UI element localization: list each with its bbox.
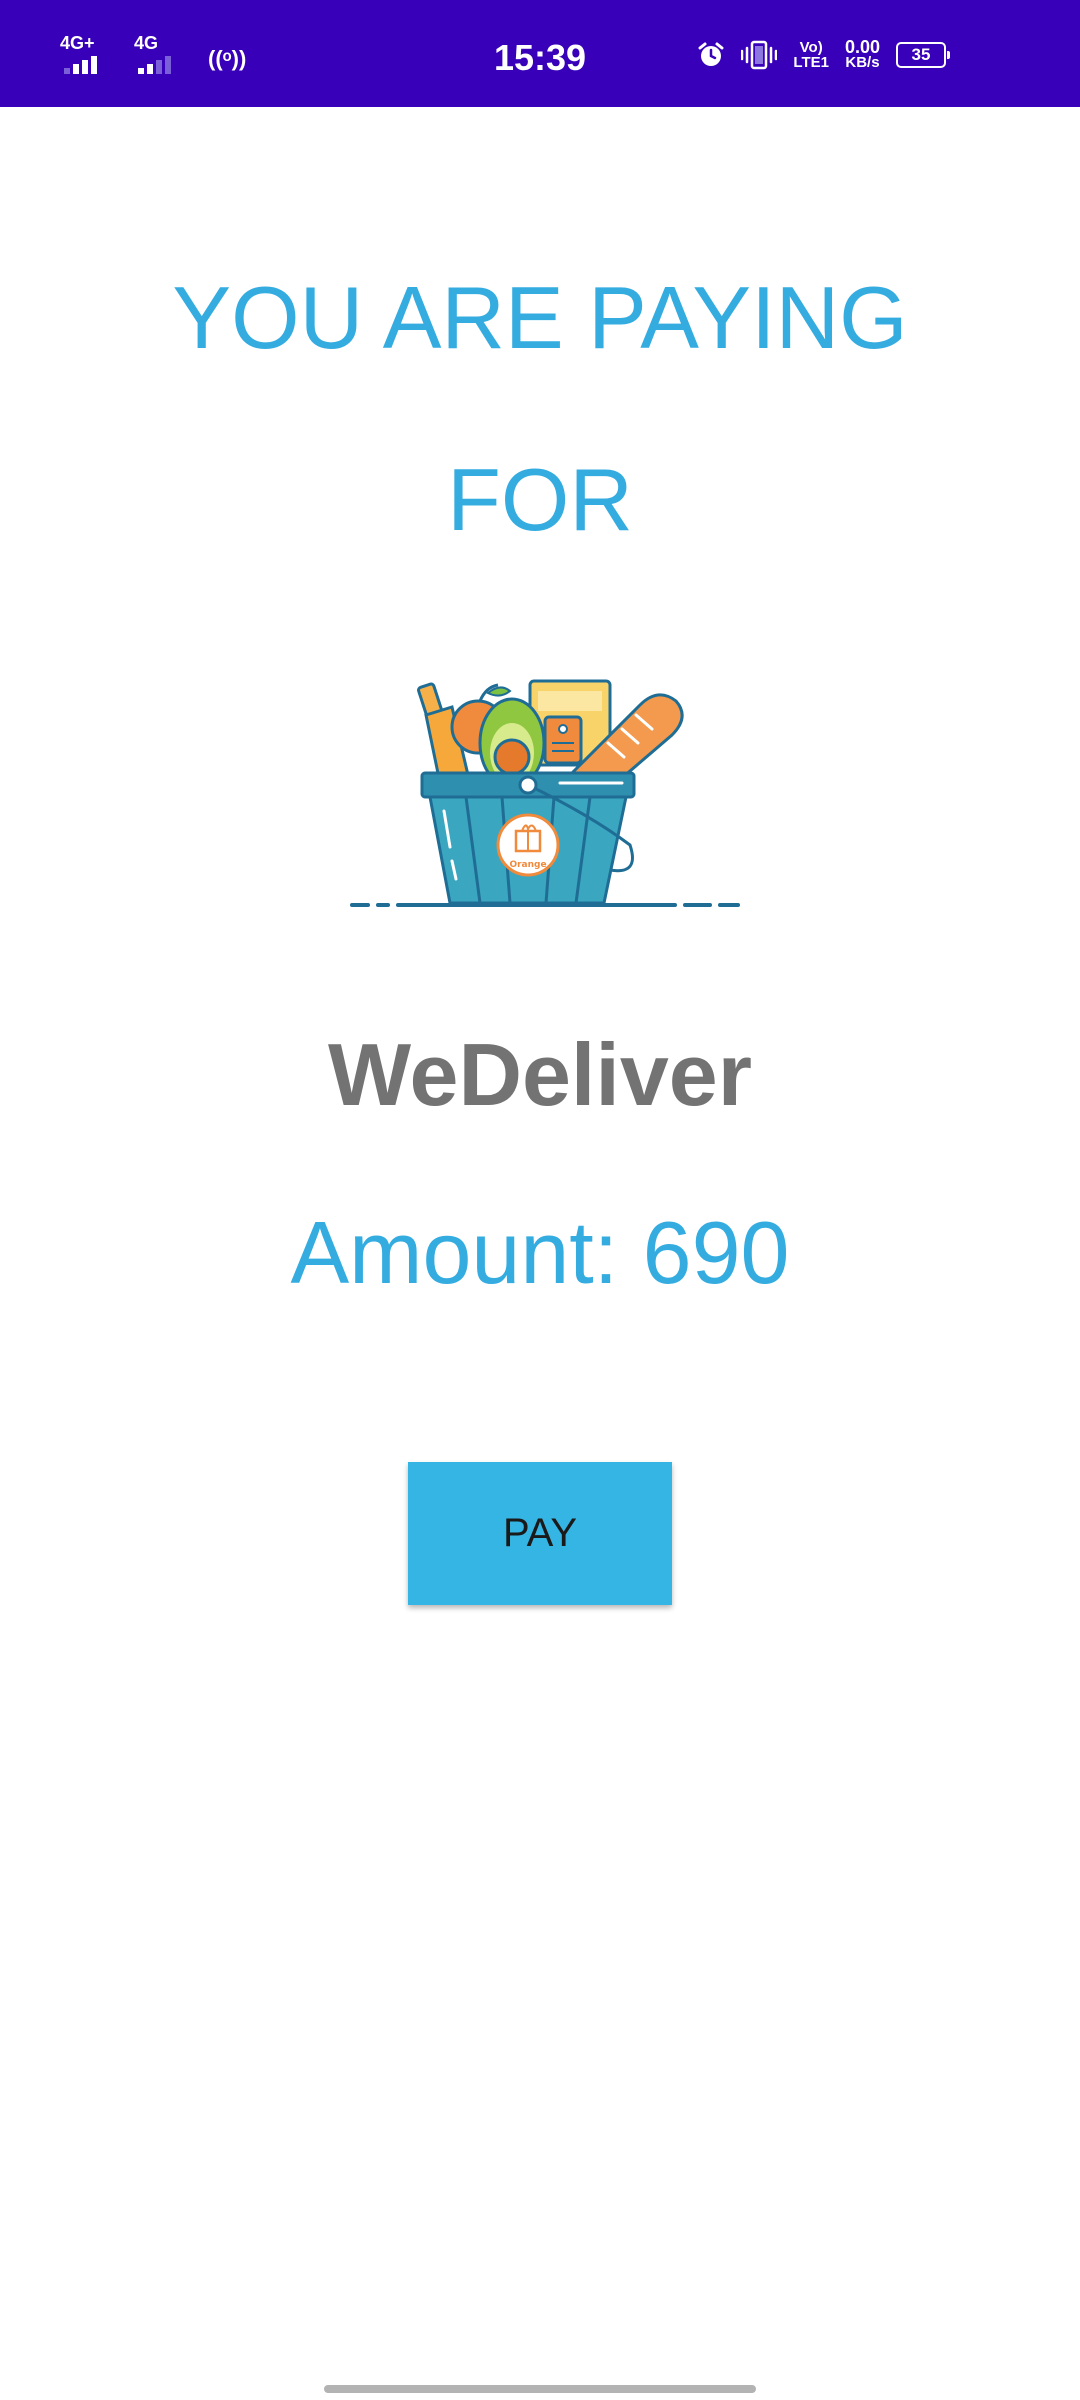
merchant-name: WeDeliver [328,1025,752,1124]
vibrate-icon [741,40,778,70]
basket-label: Orange [509,860,546,870]
volte-top: Vo) [799,39,823,56]
speed-value: 0.00 [844,37,880,57]
alarm-icon [698,42,724,66]
status-bar: 4G+ 4G ((ᵒ)) 15:39 Vo) LTE1 0.00 KB/s 35 [0,0,1080,107]
pay-button[interactable]: PAY [408,1462,672,1605]
amount-value: 690 [642,1203,790,1302]
volte-bottom: LTE1 [793,54,829,71]
amount-label: Amount: [290,1203,619,1302]
home-gesture-bar[interactable] [324,2385,756,2393]
status-right-group: Vo) LTE1 0.00 KB/s 35 [697,37,950,71]
speed-unit: KB/s [845,54,880,71]
amount-row: Amount: 690 [0,1203,1080,1303]
network-speed: 0.00 KB/s [844,37,880,71]
battery-icon: 35 [896,42,950,68]
battery-level: 35 [911,45,931,64]
grocery-basket-icon: Orange [350,679,740,907]
heading-line-1: YOU ARE PAYING [172,268,908,367]
volte-indicator: Vo) LTE1 [793,40,829,70]
payment-screen: 4G+ 4G ((ᵒ)) 15:39 Vo) LTE1 0.00 KB/s 35… [0,0,1080,2400]
heading-line-2: FOR [447,450,633,549]
